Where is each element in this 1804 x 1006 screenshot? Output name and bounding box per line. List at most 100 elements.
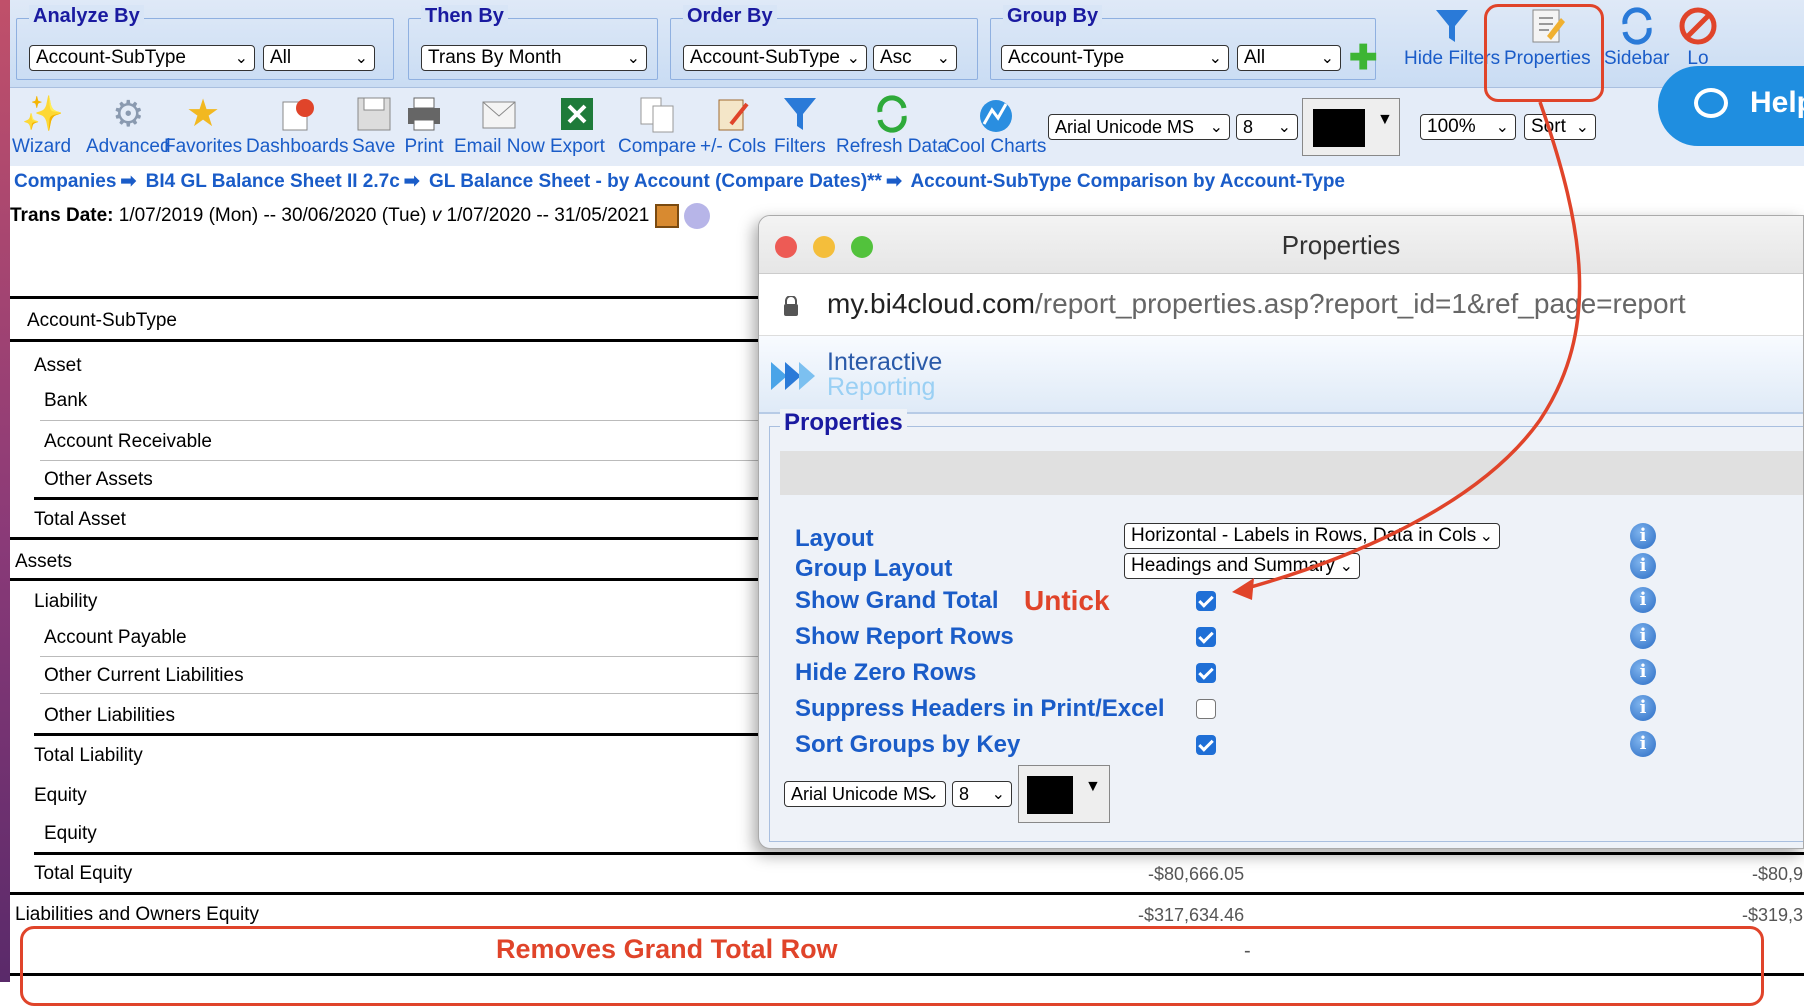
chevron-down-icon: ⌄ <box>354 50 368 67</box>
breadcrumb-current: Account-SubType Comparison by Account-Ty… <box>910 171 1345 192</box>
export-button[interactable]: Export <box>550 94 605 158</box>
then-by-group: Then By Trans By Month ⌄ <box>408 5 658 80</box>
layout-select[interactable]: Horizontal - Labels in Rows, Data in Col… <box>1124 523 1500 549</box>
toolbar-color-picker[interactable]: ▼ <box>1302 98 1400 156</box>
color-swatch <box>1027 776 1073 814</box>
arrow-right-icon: ➡ <box>885 171 902 192</box>
chevron-down-icon: ⌄ <box>846 50 860 67</box>
analyze-by-select[interactable]: Account-SubType ⌄ <box>29 45 255 71</box>
save-label: Save <box>352 136 396 157</box>
calendar-icon[interactable] <box>654 204 679 228</box>
window-font-value: Arial Unicode MS <box>791 784 931 804</box>
analyze-by-all: All <box>270 47 292 68</box>
disk-icon <box>357 97 391 131</box>
sort-select[interactable]: Sort ⌄ <box>1524 114 1596 140</box>
show-report-rows-info-icon[interactable]: i <box>1630 623 1656 649</box>
dashboards-button[interactable]: Dashboards <box>246 94 348 158</box>
toolbar-size-select[interactable]: 8 ⌄ <box>1236 114 1298 140</box>
breadcrumb-companies[interactable]: Companies <box>14 171 116 192</box>
print-label: Print <box>404 136 444 157</box>
dropdown-arrow-icon: ▼ <box>1085 778 1101 795</box>
advanced-button[interactable]: ⚙ Advanced <box>86 94 171 158</box>
wizard-label: Wizard <box>12 136 72 157</box>
refresh-data-button[interactable]: Refresh Data <box>836 94 948 158</box>
filters-button[interactable]: Filters <box>774 94 826 158</box>
compare-button[interactable]: Compare <box>618 94 696 158</box>
breadcrumb-report[interactable]: GL Balance Sheet - by Account (Compare D… <box>429 171 882 192</box>
window-font-select[interactable]: Arial Unicode MS ⌄ <box>784 781 946 807</box>
save-button[interactable]: Save <box>352 94 395 158</box>
show-grand-total-info-icon[interactable]: i <box>1630 587 1656 613</box>
chevron-down-icon: ⌄ <box>1209 119 1223 136</box>
help-button[interactable]: Help <box>1658 66 1804 146</box>
then-by-select[interactable]: Trans By Month ⌄ <box>421 45 647 71</box>
divider <box>34 497 784 500</box>
url-host: my.bi4cloud.com <box>827 288 1036 319</box>
order-by-legend: Order By <box>683 5 777 28</box>
group-layout-select[interactable]: Headings and Summary ⌄ <box>1124 553 1360 579</box>
cool-charts-button[interactable]: Cool Charts <box>946 94 1046 158</box>
layout-info-icon[interactable]: i <box>1630 523 1656 549</box>
suppress-headers-checkbox[interactable] <box>1196 699 1216 719</box>
clipboard-icon <box>718 99 749 131</box>
sort-groups-checkbox[interactable] <box>1196 735 1216 755</box>
group-by-select[interactable]: Account-Type ⌄ <box>1001 45 1229 71</box>
total-equity-value-2: -$80,9 <box>1752 864 1804 884</box>
then-by-value: Trans By Month <box>428 47 562 68</box>
order-by-group: Order By Account-SubType ⌄ Asc ⌄ <box>670 5 978 80</box>
sidebar-button[interactable]: Sidebar <box>1604 6 1670 70</box>
breadcrumb: Companies ➡ BI4 GL Balance Sheet II 2.7c ➡… <box>14 170 1345 193</box>
divider <box>10 537 760 540</box>
then-by-legend: Then By <box>421 5 508 28</box>
breadcrumb-balance-sheet[interactable]: BI4 GL Balance Sheet II 2.7c <box>146 171 400 192</box>
print-button[interactable]: Print <box>404 94 444 158</box>
email-now-label: Email Now <box>454 136 545 157</box>
favorites-button[interactable]: ★ Favorites <box>164 94 242 158</box>
chevron-down-icon: ⌄ <box>936 50 950 67</box>
lock-icon <box>784 296 798 316</box>
url-text: my.bi4cloud.com/report_properties.asp?re… <box>827 288 1686 320</box>
show-grand-total-checkbox[interactable] <box>1196 591 1216 611</box>
email-now-button[interactable]: Email Now <box>454 94 545 158</box>
analyze-by-value-select[interactable]: All ⌄ <box>263 45 375 71</box>
excel-icon <box>561 98 594 130</box>
logout-button[interactable]: Lo <box>1678 6 1718 70</box>
chevron-down-icon: ⌄ <box>1208 50 1222 67</box>
window-size-select[interactable]: 8 ⌄ <box>952 781 1012 807</box>
wizard-button[interactable]: ✨ Wizard <box>12 94 71 158</box>
prev-arrow-icon[interactable] <box>683 203 710 229</box>
refresh-data-label: Refresh Data <box>836 136 948 157</box>
trans-date-sep: v <box>431 205 442 227</box>
divider <box>34 733 784 736</box>
group-by-all: All <box>1244 47 1266 68</box>
add-group-icon[interactable]: ✚ <box>1349 41 1378 75</box>
hide-zero-rows-checkbox[interactable] <box>1196 663 1216 683</box>
desktop-edge <box>0 0 10 982</box>
url-bar[interactable]: my.bi4cloud.com/report_properties.asp?re… <box>759 274 1803 336</box>
arrow-right-icon: ➡ <box>403 171 420 192</box>
wand-icon: ✨ <box>21 95 64 133</box>
filters-label: Filters <box>774 136 826 157</box>
properties-header-band <box>780 451 1803 495</box>
group-by-value-select[interactable]: All ⌄ <box>1237 45 1341 71</box>
untick-annotation: Untick <box>1024 585 1110 616</box>
properties-window: Properties my.bi4cloud.com/report_proper… <box>758 215 1804 849</box>
group-layout-info-icon[interactable]: i <box>1630 553 1656 579</box>
order-by-select[interactable]: Account-SubType ⌄ <box>683 45 867 71</box>
arrow-right-icon: ➡ <box>120 171 137 192</box>
toolbar-font-select[interactable]: Arial Unicode MS ⌄ <box>1048 114 1230 140</box>
dashboard-icon <box>282 99 315 131</box>
sort-groups-info-icon[interactable]: i <box>1630 731 1656 757</box>
printer-icon <box>408 97 440 131</box>
chevron-down-icon: ⌄ <box>991 786 1005 803</box>
cols-button[interactable]: +/- Cols <box>700 94 766 158</box>
chevron-down-icon: ⌄ <box>1575 119 1589 136</box>
window-color-picker[interactable]: ▼ <box>1018 765 1110 823</box>
show-report-rows-checkbox[interactable] <box>1196 627 1216 647</box>
hide-zero-rows-info-icon[interactable]: i <box>1630 659 1656 685</box>
trans-date-line: Trans Date: 1/07/2019 (Mon) -- 30/06/202… <box>10 203 710 229</box>
suppress-headers-info-icon[interactable]: i <box>1630 695 1656 721</box>
zoom-select[interactable]: 100% ⌄ <box>1420 114 1516 140</box>
compare-pages-icon <box>640 97 674 133</box>
order-dir-select[interactable]: Asc ⌄ <box>873 45 957 71</box>
